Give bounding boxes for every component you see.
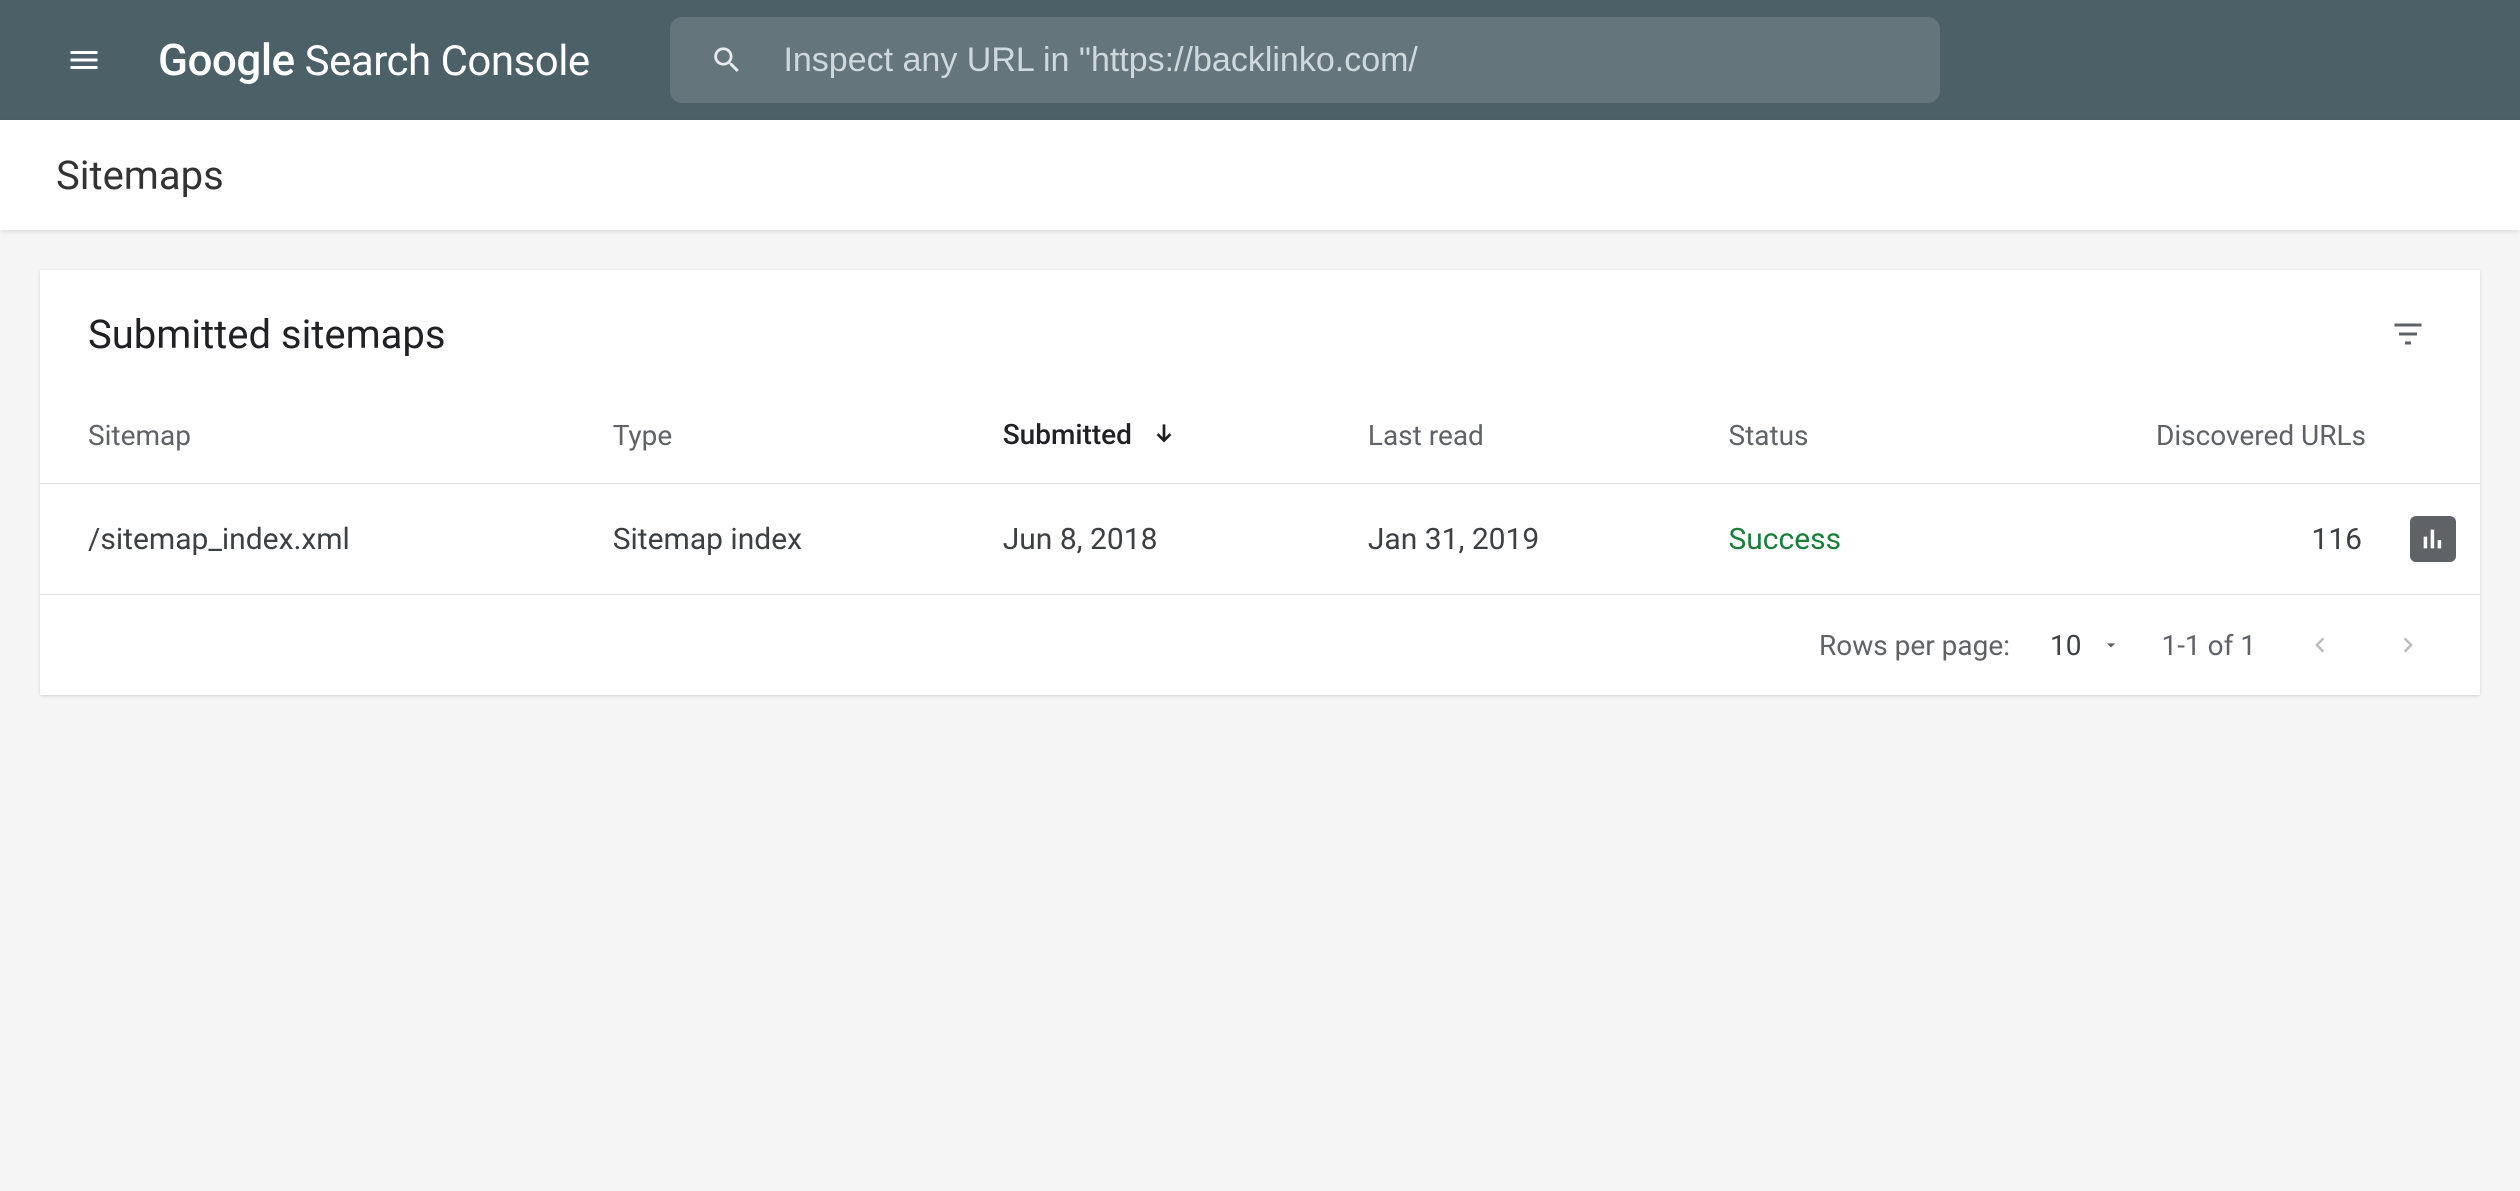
filter-button[interactable] [2384, 310, 2432, 358]
chevron-left-icon [2305, 630, 2335, 660]
col-submitted-label: Submitted [1003, 418, 1132, 451]
menu-button[interactable] [60, 36, 108, 84]
chevron-right-icon [2393, 630, 2423, 660]
app-header: Google Search Console [0, 0, 2520, 120]
url-inspect-input[interactable] [783, 41, 1899, 80]
col-discovered[interactable]: Discovered URLs [1968, 378, 2386, 484]
search-icon [710, 42, 744, 78]
col-sitemap[interactable]: Sitemap [40, 378, 589, 484]
col-submitted[interactable]: Submitted [979, 378, 1344, 484]
bar-chart-icon [2419, 525, 2447, 553]
cell-sitemap: /sitemap_index.xml [40, 484, 589, 595]
sitemaps-table: Sitemap Type Submitted Last read Status … [40, 378, 2480, 595]
rows-per-page-select[interactable]: 10 [2050, 629, 2121, 662]
cell-submitted: Jun 8, 2018 [979, 484, 1344, 595]
col-type[interactable]: Type [589, 378, 979, 484]
logo-product: Search Console [305, 37, 590, 86]
rows-per-page-label: Rows per page: [1819, 629, 2010, 662]
cell-last-read: Jan 31, 2019 [1344, 484, 1705, 595]
cell-status: Success [1704, 484, 1968, 595]
cell-type: Sitemap index [589, 484, 979, 595]
url-inspect-search[interactable] [670, 17, 1940, 103]
page-title: Sitemaps [56, 152, 224, 199]
card-header: Submitted sitemaps [40, 270, 2480, 378]
hamburger-icon [66, 42, 102, 78]
rows-per-page-value: 10 [2050, 629, 2081, 662]
next-page-button[interactable] [2384, 621, 2432, 669]
filter-icon [2390, 316, 2426, 352]
view-coverage-button[interactable] [2410, 516, 2456, 562]
pagination-range: 1-1 of 1 [2161, 629, 2256, 662]
cell-discovered: 116 [1968, 484, 2386, 595]
table-row[interactable]: /sitemap_index.xml Sitemap index Jun 8, … [40, 484, 2480, 595]
col-actions [2386, 378, 2480, 484]
prev-page-button[interactable] [2296, 621, 2344, 669]
app-logo: Google Search Console [158, 34, 590, 86]
pagination-bar: Rows per page: 10 1-1 of 1 [40, 595, 2480, 695]
col-status[interactable]: Status [1704, 378, 1968, 484]
sort-desc-icon [1151, 420, 1177, 453]
page-title-bar: Sitemaps [0, 120, 2520, 230]
col-last-read[interactable]: Last read [1344, 378, 1705, 484]
card-title: Submitted sitemaps [88, 311, 446, 358]
logo-google: Google [158, 34, 295, 86]
submitted-sitemaps-card: Submitted sitemaps Sitemap Type Submitte… [40, 270, 2480, 695]
dropdown-icon [2101, 635, 2121, 655]
